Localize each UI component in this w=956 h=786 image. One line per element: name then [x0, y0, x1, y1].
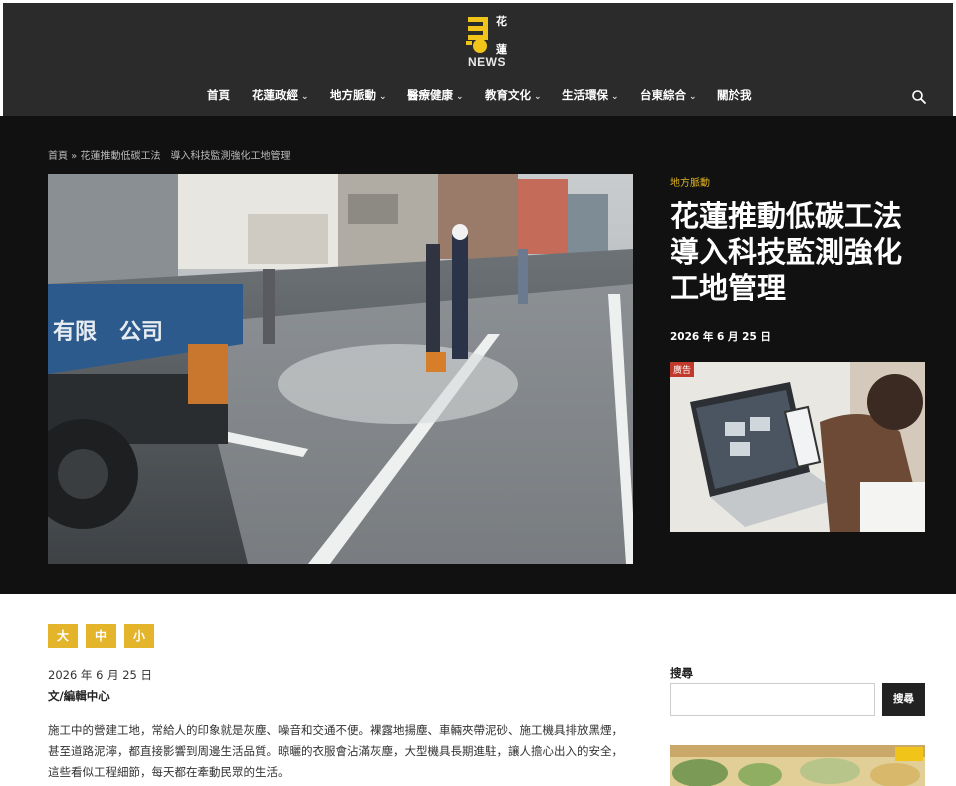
nav-label: 醫療健康 — [407, 88, 453, 102]
nav-label: 關於我 — [717, 88, 752, 102]
search-button[interactable]: 搜尋 — [882, 683, 925, 716]
nav-label: 教育文化 — [485, 88, 531, 102]
search-icon[interactable] — [911, 89, 927, 105]
nav-label: 台東綜合 — [640, 88, 686, 102]
laptop-ad-photo — [670, 362, 925, 532]
main-nav: 首頁 花蓮政經 ⌄ 地方脈動 ⌄ 醫療健康 ⌄ 教育文化 ⌄ 生活環保 ⌄ 台東綜合 ⌄ 關… — [3, 87, 953, 107]
article-body: 施工中的營建工地，常給人的印象就是灰塵、噪音和交通不便。裸露地揚塵、車輛夾帶泥砂… — [48, 723, 623, 779]
sidebar-banner-image — [670, 745, 925, 786]
font-size-large-button[interactable]: 大 — [48, 624, 78, 648]
font-size-small-button[interactable]: 小 — [124, 624, 154, 648]
chevron-down-icon: ⌄ — [301, 92, 309, 102]
chevron-down-icon: ⌄ — [456, 92, 464, 102]
hero-section: 首頁 » 花蓮推動低碳工法 導入科技監測強化工地管理 有限 公司 地方脈動 花蓮… — [0, 116, 956, 594]
hero-date: 2026 年 6 月 25 日 — [670, 331, 771, 343]
site-logo[interactable]: 花 蓮 NEWS — [466, 13, 512, 71]
search-input[interactable] — [670, 683, 875, 716]
chevron-down-icon: ⌄ — [689, 92, 697, 102]
truck-text: 有限 公司 — [53, 319, 163, 345]
nav-item-home[interactable]: 首頁 — [207, 87, 230, 103]
ad-label: 廣告 — [670, 362, 695, 377]
article-title: 花蓮推動低碳工法導入科技監測強化工地管理 — [670, 199, 903, 305]
chevron-down-icon: ⌄ — [534, 92, 542, 102]
breadcrumb: 首頁 » 花蓮推動低碳工法 導入科技監測強化工地管理 — [48, 147, 290, 162]
font-size-medium-button[interactable]: 中 — [86, 624, 116, 648]
site-header: 花 蓮 NEWS 首頁 花蓮政經 ⌄ 地方脈動 ⌄ 醫療健康 ⌄ 教育文化 ⌄ 生活環保… — [3, 3, 953, 116]
street-cleaning-photo: 有限 公司 — [48, 174, 633, 564]
logo-char-top: 花 — [496, 15, 507, 28]
nav-item-education[interactable]: 教育文化 ⌄ — [485, 87, 542, 103]
logo-text: NEWS — [468, 55, 506, 69]
sidebar-banner[interactable] — [670, 745, 925, 786]
nav-item-taitung[interactable]: 台東綜合 ⌄ — [640, 87, 697, 103]
breadcrumb-current: 花蓮推動低碳工法 導入科技監測強化工地管理 — [80, 151, 291, 162]
hero-category[interactable]: 地方脈動 — [670, 174, 710, 189]
breadcrumb-separator: » — [68, 151, 81, 162]
nav-label: 生活環保 — [562, 88, 608, 102]
nav-item-health[interactable]: 醫療健康 ⌄ — [407, 87, 464, 103]
chevron-down-icon: ⌄ — [379, 92, 387, 102]
sidebar-search-title: 搜尋 — [670, 666, 693, 680]
nav-label: 花蓮政經 — [252, 88, 298, 102]
article-author: 文/編輯中心 — [48, 689, 110, 703]
chevron-down-icon: ⌄ — [611, 92, 619, 102]
article-date: 2026 年 6 月 25 日 — [48, 668, 152, 682]
nav-item-about[interactable]: 關於我 — [717, 87, 752, 103]
nav-item-politics[interactable]: 花蓮政經 ⌄ — [252, 87, 309, 103]
ad-banner[interactable]: 廣告 — [670, 362, 925, 532]
nav-item-life[interactable]: 生活環保 ⌄ — [562, 87, 619, 103]
nav-label: 地方脈動 — [330, 88, 376, 102]
logo-mark-icon — [466, 17, 488, 53]
nav-label: 首頁 — [207, 88, 230, 102]
nav-item-local[interactable]: 地方脈動 ⌄ — [330, 87, 387, 103]
hero-image: 有限 公司 — [48, 174, 633, 564]
breadcrumb-home[interactable]: 首頁 — [48, 151, 68, 162]
